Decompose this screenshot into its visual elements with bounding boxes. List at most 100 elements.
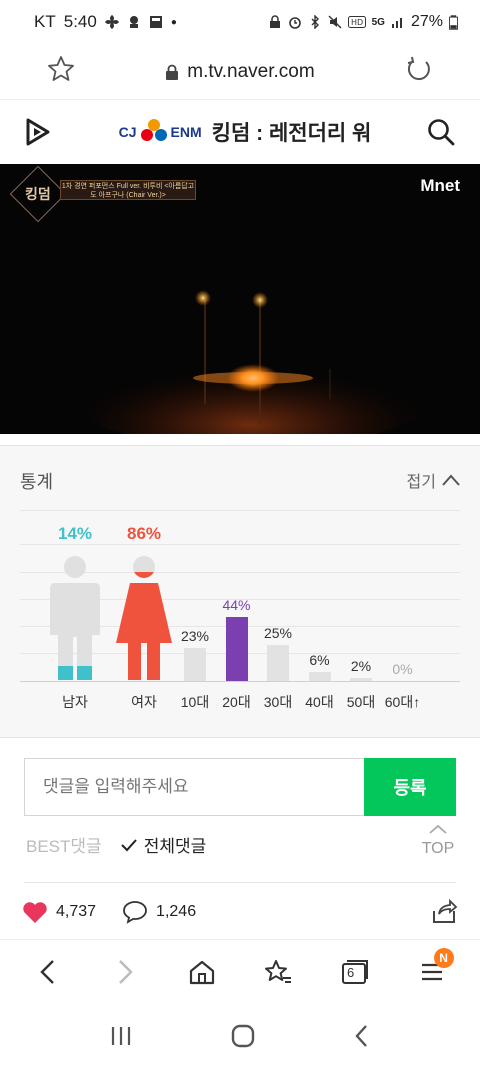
- page-header: CJ ENM 킹덤 : 레전더리 워: [0, 100, 480, 164]
- bluetooth-icon: [311, 15, 319, 29]
- lock-notification-icon: [269, 15, 280, 28]
- age-label-3: 40대: [305, 694, 334, 710]
- tab-all-comments[interactable]: 전체댓글: [120, 832, 206, 857]
- mute-icon: [328, 15, 342, 29]
- scroll-top-button[interactable]: TOP: [420, 822, 456, 858]
- comment-input[interactable]: [24, 758, 364, 816]
- hd-voice-icon: HD: [347, 16, 366, 28]
- tab-best-comments[interactable]: BEST댓글: [26, 832, 102, 857]
- signal-icon: [391, 18, 402, 28]
- heart-icon: [23, 902, 47, 923]
- home-circle-icon[interactable]: [230, 1023, 256, 1049]
- lock-icon: [166, 64, 179, 80]
- age-bar-0: [184, 647, 206, 681]
- home-icon: [189, 960, 214, 985]
- app-notification-icon: [129, 16, 138, 28]
- age-percent-3: 6%: [309, 652, 330, 669]
- chevron-left-icon: [40, 960, 55, 984]
- system-navigation-bar: [0, 1004, 480, 1067]
- checkmark-icon: [120, 838, 137, 851]
- browser-url-bar: m.tv.naver.com: [0, 44, 480, 100]
- like-count: 4,737: [56, 903, 97, 920]
- browser-toolbar: 6 N: [0, 940, 480, 1004]
- bookmark-star-icon[interactable]: [46, 54, 76, 84]
- collapse-button[interactable]: 접기: [407, 468, 460, 492]
- recent-apps-icon[interactable]: [108, 1024, 134, 1048]
- age-label-2: 30대: [263, 694, 293, 710]
- age-label-4: 50대: [346, 694, 376, 710]
- comment-count-button[interactable]: 1,246: [122, 900, 196, 924]
- age-percent-0: 23%: [180, 627, 210, 644]
- stats-panel: 통계 접기 14% 86% 남자 여자 23% 10대 44% 20대 25% …: [0, 445, 480, 738]
- mnet-logo: Mnet: [420, 176, 460, 195]
- action-bar: 4,737 1,246: [0, 885, 480, 940]
- top-label: TOP: [421, 840, 455, 857]
- comment-tabs: BEST댓글 전체댓글: [26, 832, 206, 857]
- search-icon[interactable]: [426, 117, 456, 147]
- baseline: [20, 681, 460, 682]
- reload-icon[interactable]: [404, 54, 434, 84]
- divider: [24, 882, 456, 883]
- age-bar-2: [267, 644, 289, 681]
- gridline: [20, 510, 460, 511]
- male-percent: 14%: [57, 524, 93, 543]
- comment-form: 등록: [24, 758, 456, 816]
- chevron-up-icon: [429, 824, 447, 834]
- female-figure-icon: [116, 556, 172, 680]
- like-button[interactable]: 4,737: [22, 900, 96, 924]
- age-percent-1: 44%: [222, 597, 251, 613]
- back-button[interactable]: [28, 952, 68, 992]
- url-text: m.tv.naver.com: [187, 60, 315, 82]
- age-percent-4: 2%: [350, 658, 372, 674]
- battery-percent: 27%: [410, 13, 443, 30]
- show-title: 킹덤 : 레전더리 워: [211, 122, 372, 145]
- svg-text:HD: HD: [351, 18, 363, 27]
- tabs-icon: [341, 960, 368, 984]
- bookmarks-button[interactable]: [258, 952, 298, 992]
- age-bar-4: [350, 678, 372, 681]
- male-figure-icon: [50, 556, 100, 680]
- system-back-icon[interactable]: [352, 1023, 372, 1049]
- share-icon[interactable]: [430, 899, 458, 925]
- stats-title: 통계: [20, 472, 54, 492]
- network-type: 5G: [371, 16, 385, 28]
- battery-icon: [449, 14, 458, 30]
- age-label-1: 20대: [222, 694, 251, 710]
- channel-brand[interactable]: CJ ENM 킹덤 : 레전더리 워: [119, 117, 372, 147]
- age-label-0: 10대: [180, 694, 210, 710]
- tabs-count: 6: [346, 965, 355, 980]
- kingdom-badge: 킹덤: [25, 186, 51, 202]
- notification-badge: N: [433, 948, 454, 968]
- age-label-5: 60대↑: [384, 694, 421, 710]
- carrier-label: KT: [34, 12, 56, 31]
- age-bar-3: [308, 672, 331, 681]
- age-percent-5: 0%: [392, 661, 413, 677]
- submit-comment-button[interactable]: 등록: [364, 758, 456, 816]
- menu-button[interactable]: N: [412, 948, 454, 992]
- cj-enm-logo: CJ ENM: [119, 118, 202, 146]
- naver-tv-logo-icon[interactable]: [22, 116, 54, 148]
- forward-button[interactable]: [105, 952, 145, 992]
- age-percent-2: 25%: [263, 624, 293, 641]
- bookmark-list-icon: [265, 960, 292, 983]
- female-percent: 86%: [126, 524, 162, 543]
- clock: 5:40: [63, 12, 97, 31]
- url-field[interactable]: m.tv.naver.com: [165, 60, 315, 83]
- home-button[interactable]: [182, 952, 222, 992]
- stats-chart: 14% 86% 남자 여자 23% 10대 44% 20대 25% 30대 6% 40대 2% 5…: [20, 510, 460, 730]
- chevron-up-icon: [442, 474, 460, 486]
- alarm-icon: [288, 17, 301, 29]
- video-player[interactable]: 킹덤 1차 경연 퍼포먼스 Full ver. 비투비 <아름답고도 아프구나 …: [0, 164, 480, 434]
- age-bar-1: [225, 617, 248, 681]
- cj-flower-icon: [140, 119, 167, 141]
- more-notifications-dot: ●: [170, 16, 177, 28]
- gridline: [20, 544, 460, 545]
- collapse-label: 접기: [406, 474, 436, 491]
- app-badge-icon: [149, 16, 162, 28]
- comment-count: 1,246: [156, 903, 197, 920]
- pinwheel-icon: [104, 15, 119, 29]
- status-bar: KT 5:40 ● HD 5G 27%: [0, 0, 480, 44]
- tabs-button[interactable]: 6: [335, 952, 375, 992]
- video-caption: 1차 경연 퍼포먼스 Full ver. 비투비 <아름답고도 아프구나 (Ch…: [61, 183, 195, 199]
- chevron-right-icon: [119, 960, 133, 984]
